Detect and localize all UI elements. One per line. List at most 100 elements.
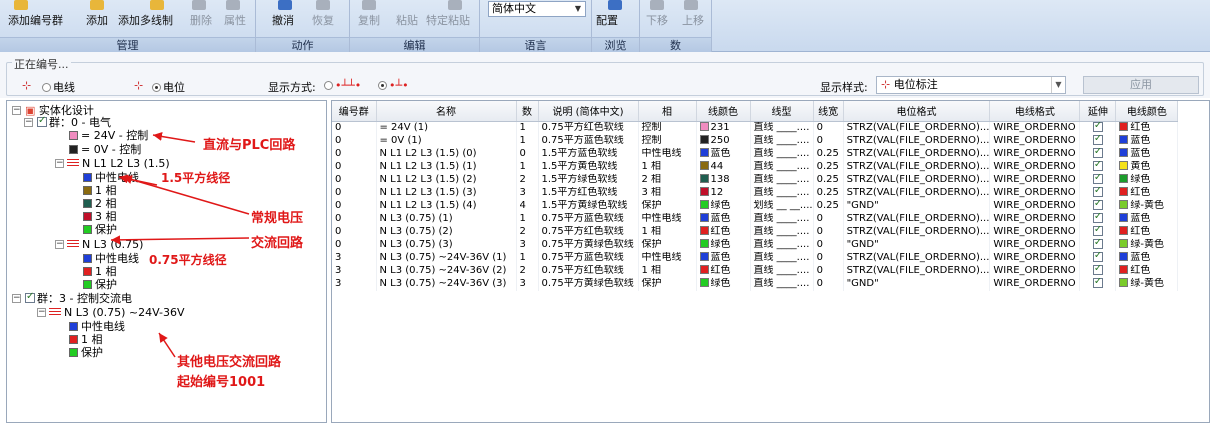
table-cell-wire-color[interactable]: 红色 [696,264,751,278]
table-cell-wire-color[interactable]: 红色 [696,225,751,239]
table-cell-phase[interactable]: 保护 [638,277,697,291]
table-cell-name[interactable]: N L3 (0.75) ~24V-36V (3) [376,277,517,291]
table-row[interactable]: 0 N L1 L2 L3 (1.5) (4) 4 1.5平方黄绿色软线 保护 绿色 划线 _… [332,199,1179,213]
table-cell-extend[interactable] [1079,225,1117,239]
table-cell-color[interactable]: 绿-黄色 [1115,277,1179,291]
undo-button[interactable]: 撤消 [272,12,294,28]
column-header[interactable]: 说明 (简体中文) [538,101,639,122]
column-header[interactable]: 线宽 [813,101,844,122]
table-cell-phase[interactable]: 1 相 [638,160,697,174]
table-cell-line-width[interactable]: 0 [813,238,844,252]
table-cell-group[interactable]: 0 [332,147,377,161]
table-cell-group[interactable]: 0 [332,225,377,239]
checkbox[interactable] [1092,173,1103,184]
table-cell-phase[interactable]: 控制 [638,121,697,135]
table-cell-description[interactable]: 0.75平方蓝色软线 [538,251,639,265]
table-cell-group[interactable]: 0 [332,186,377,200]
table-row[interactable]: 0 N L1 L2 L3 (1.5) (1) 1 1.5平方黄色软线 1 相 44 直线 _… [332,160,1179,174]
table-cell-extend[interactable] [1079,212,1117,226]
paste-button[interactable]: 粘贴 [396,12,418,28]
table-cell-count[interactable]: 1 [516,134,539,148]
redo-button[interactable]: 恢复 [312,12,334,28]
table-cell-color[interactable]: 蓝色 [1115,147,1179,161]
table-cell-extend[interactable] [1079,264,1117,278]
add-group-button[interactable]: 添加编号群 [8,12,63,28]
table-cell-line-type[interactable]: 直线 ____.... [750,212,814,226]
table-row[interactable]: 0 = 0V (1) 1 0.75平方蓝色软线 控制 250 直线 ____.... 0 STR… [332,134,1179,148]
table-cell-name[interactable]: N L1 L2 L3 (1.5) (4) [376,199,517,213]
table-cell-count[interactable]: 4 [516,199,539,213]
table-cell-group[interactable]: 3 [332,251,377,265]
checkbox[interactable] [1092,121,1103,132]
table-cell-description[interactable]: 1.5平方蓝色软线 [538,147,639,161]
table-cell-wire-format[interactable]: WIRE_ORDERNO [989,225,1081,239]
table-cell-line-width[interactable]: 0 [813,212,844,226]
table-cell-wire-color[interactable]: 蓝色 [696,212,751,226]
table-cell-group[interactable]: 3 [332,277,377,291]
special-paste-button[interactable]: 特定粘贴 [426,12,470,28]
table-cell-extend[interactable] [1079,186,1117,200]
table-cell-line-type[interactable]: 直线 ____.... [750,173,814,187]
table-cell-name[interactable]: N L1 L2 L3 (1.5) (2) [376,173,517,187]
table-row[interactable]: 0 N L3 (0.75) (1) 1 0.75平方蓝色软线 中性电线 蓝色 直线 ____… [332,212,1179,226]
table-row[interactable]: 0 = 24V (1) 1 0.75平方红色软线 控制 231 直线 ____.... 0 ST… [332,121,1179,135]
table-cell-potential-format[interactable]: STRZ(VAL(FILE_ORDERNO)... [843,212,991,226]
column-header[interactable]: 延伸 [1079,101,1117,122]
table-cell-potential-format[interactable]: STRZ(VAL(FILE_ORDERNO)... [843,186,991,200]
table-cell-color[interactable]: 红色 [1115,121,1179,135]
column-header[interactable]: 电线颜色 [1115,101,1179,122]
display-style-select[interactable]: ⊹ 电位标注 ▼ [876,76,1066,94]
table-cell-color[interactable]: 蓝色 [1115,251,1179,265]
table-cell-extend[interactable] [1079,134,1117,148]
table-cell-wire-format[interactable]: WIRE_ORDERNO [989,160,1081,174]
copy-button[interactable]: 复制 [358,12,380,28]
column-header[interactable]: 电线格式 [989,101,1081,122]
table-cell-count[interactable]: 3 [516,238,539,252]
column-header[interactable]: 相 [638,101,697,122]
checkbox[interactable] [1092,238,1103,249]
column-header[interactable]: 线颜色 [696,101,751,122]
table-cell-line-width[interactable]: 0 [813,134,844,148]
table-cell-name[interactable]: N L3 (0.75) (2) [376,225,517,239]
table-cell-name[interactable]: N L1 L2 L3 (1.5) (3) [376,186,517,200]
table-cell-group[interactable]: 0 [332,121,377,135]
table-cell-group[interactable]: 0 [332,134,377,148]
table-cell-description[interactable]: 0.75平方黄绿色软线 [538,238,639,252]
apply-button[interactable]: 应用 [1083,76,1199,94]
table-cell-line-type[interactable]: 直线 ____.... [750,238,814,252]
table-cell-wire-format[interactable]: WIRE_ORDERNO [989,238,1081,252]
table-cell-count[interactable]: 3 [516,186,539,200]
column-header[interactable]: 线型 [750,101,814,122]
display-mode-radio-1[interactable]: •┴┴• [324,79,361,92]
table-cell-wire-format[interactable]: WIRE_ORDERNO [989,251,1081,265]
table-row[interactable]: 0 N L1 L2 L3 (1.5) (0) 0 1.5平方蓝色软线 中性电线 蓝色 直线 … [332,147,1179,161]
table-cell-wire-format[interactable]: WIRE_ORDERNO [989,121,1081,135]
table-cell-wire-color[interactable]: 蓝色 [696,251,751,265]
column-header[interactable]: 电位格式 [843,101,991,122]
table-cell-potential-format[interactable]: STRZ(VAL(FILE_ORDERNO)... [843,121,991,135]
table-cell-color[interactable]: 红色 [1115,225,1179,239]
table-cell-color[interactable]: 红色 [1115,186,1179,200]
table-row[interactable]: 0 N L1 L2 L3 (1.5) (3) 3 1.5平方红色软线 3 相 12 直线 _… [332,186,1179,200]
table-cell-line-type[interactable]: 直线 ____.... [750,121,814,135]
column-header[interactable]: 数 [516,101,539,122]
checkbox[interactable] [1092,251,1103,262]
table-cell-wire-color[interactable]: 蓝色 [696,147,751,161]
checkbox[interactable] [1092,186,1103,197]
table-cell-extend[interactable] [1079,173,1117,187]
checkbox[interactable] [1092,212,1103,223]
table-row[interactable]: 3 N L3 (0.75) ~24V-36V (2) 2 0.75平方红色软线 1 相 红… [332,264,1179,278]
table-cell-wire-color[interactable]: 250 [696,134,751,148]
table-cell-group[interactable]: 3 [332,264,377,278]
table-cell-potential-format[interactable]: STRZ(VAL(FILE_ORDERNO)... [843,134,991,148]
table-cell-count[interactable]: 2 [516,173,539,187]
table-cell-wire-color[interactable]: 231 [696,121,751,135]
move-down-button[interactable]: 下移 [646,12,668,28]
table-cell-wire-color[interactable]: 12 [696,186,751,200]
table-cell-color[interactable]: 蓝色 [1115,212,1179,226]
checkbox[interactable] [1092,160,1103,171]
table-cell-name[interactable]: = 24V (1) [376,121,517,135]
table-cell-description[interactable]: 1.5平方黄色软线 [538,160,639,174]
table-cell-phase[interactable]: 中性电线 [638,212,697,226]
table-cell-extend[interactable] [1079,277,1117,291]
